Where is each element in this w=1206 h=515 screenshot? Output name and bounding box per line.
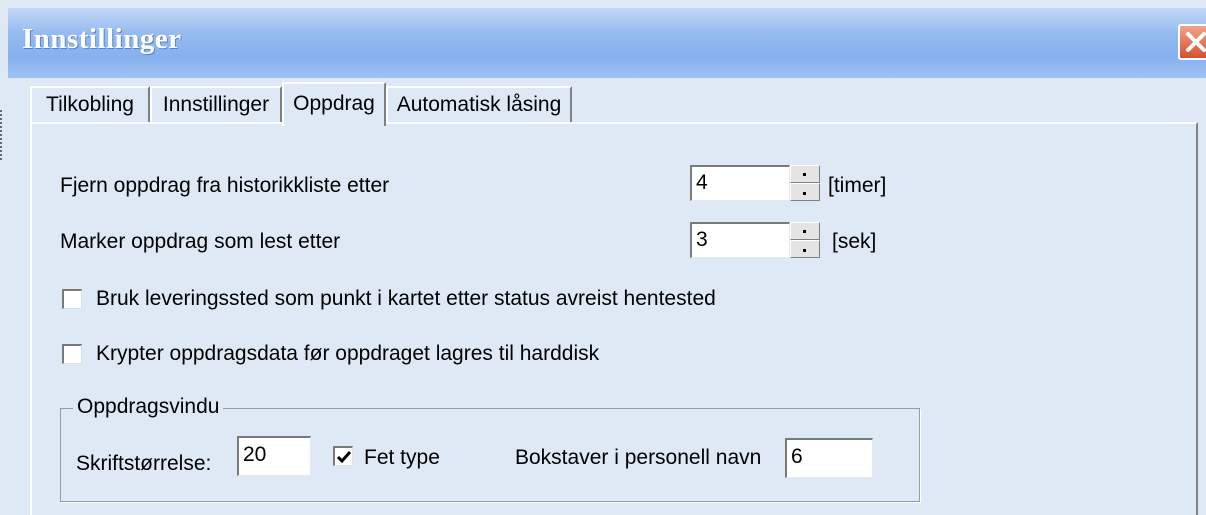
oppdragsvindu-legend: Oppdragsvindu: [73, 395, 224, 419]
remove-history-down-button[interactable]: [790, 183, 820, 201]
remove-history-up-button[interactable]: [790, 165, 820, 183]
mark-read-spinner: [790, 222, 820, 258]
tab-innstillinger[interactable]: Innstillinger: [150, 86, 282, 124]
use-delivery-point-checkbox[interactable]: [62, 289, 82, 309]
remove-history-label: Fjern oppdrag fra historikkliste etter: [60, 174, 390, 197]
remove-history-spinner: [790, 165, 820, 201]
tab-tilkobling[interactable]: Tilkobling: [30, 86, 150, 124]
mark-read-up-button[interactable]: [790, 222, 820, 240]
arrow-down-icon: [803, 249, 806, 252]
mark-read-label: Marker oppdrag som lest etter: [60, 230, 341, 253]
remove-history-unit: [timer]: [828, 174, 887, 197]
font-size-label: Skriftstørrelse:: [76, 452, 212, 475]
encrypt-data-label: Krypter oppdragsdata før oppdraget lagre…: [96, 342, 600, 365]
tab-automatisk-lasing[interactable]: Automatisk låsing: [386, 86, 572, 124]
mark-read-unit: [sek]: [832, 230, 877, 253]
title-bar[interactable]: Innstillinger: [8, 8, 1206, 78]
window-edge-marker: [0, 110, 5, 160]
remove-history-input[interactable]: 4: [690, 165, 790, 201]
letters-input[interactable]: 6: [785, 438, 873, 478]
mark-read-input[interactable]: 3: [690, 222, 790, 258]
tab-oppdrag[interactable]: Oppdrag: [282, 82, 386, 126]
window-title: Innstillinger: [22, 23, 182, 55]
arrow-up-icon: [803, 230, 806, 233]
bold-label: Fet type: [364, 446, 440, 469]
letters-label: Bokstaver i personell navn: [515, 446, 762, 469]
checkmark-icon: [336, 451, 352, 464]
arrow-down-icon: [803, 192, 806, 195]
close-icon: [1186, 32, 1206, 52]
use-delivery-point-label: Bruk leveringssted som punkt i kartet et…: [96, 287, 716, 310]
encrypt-data-checkbox[interactable]: [62, 344, 82, 364]
close-button[interactable]: [1178, 24, 1206, 60]
font-size-input[interactable]: 20: [237, 436, 311, 476]
settings-dialog: Innstillinger Tilkobling Innstillinger O…: [0, 0, 1206, 515]
mark-read-down-button[interactable]: [790, 240, 820, 258]
arrow-up-icon: [803, 173, 806, 176]
bold-checkbox[interactable]: [333, 446, 353, 466]
